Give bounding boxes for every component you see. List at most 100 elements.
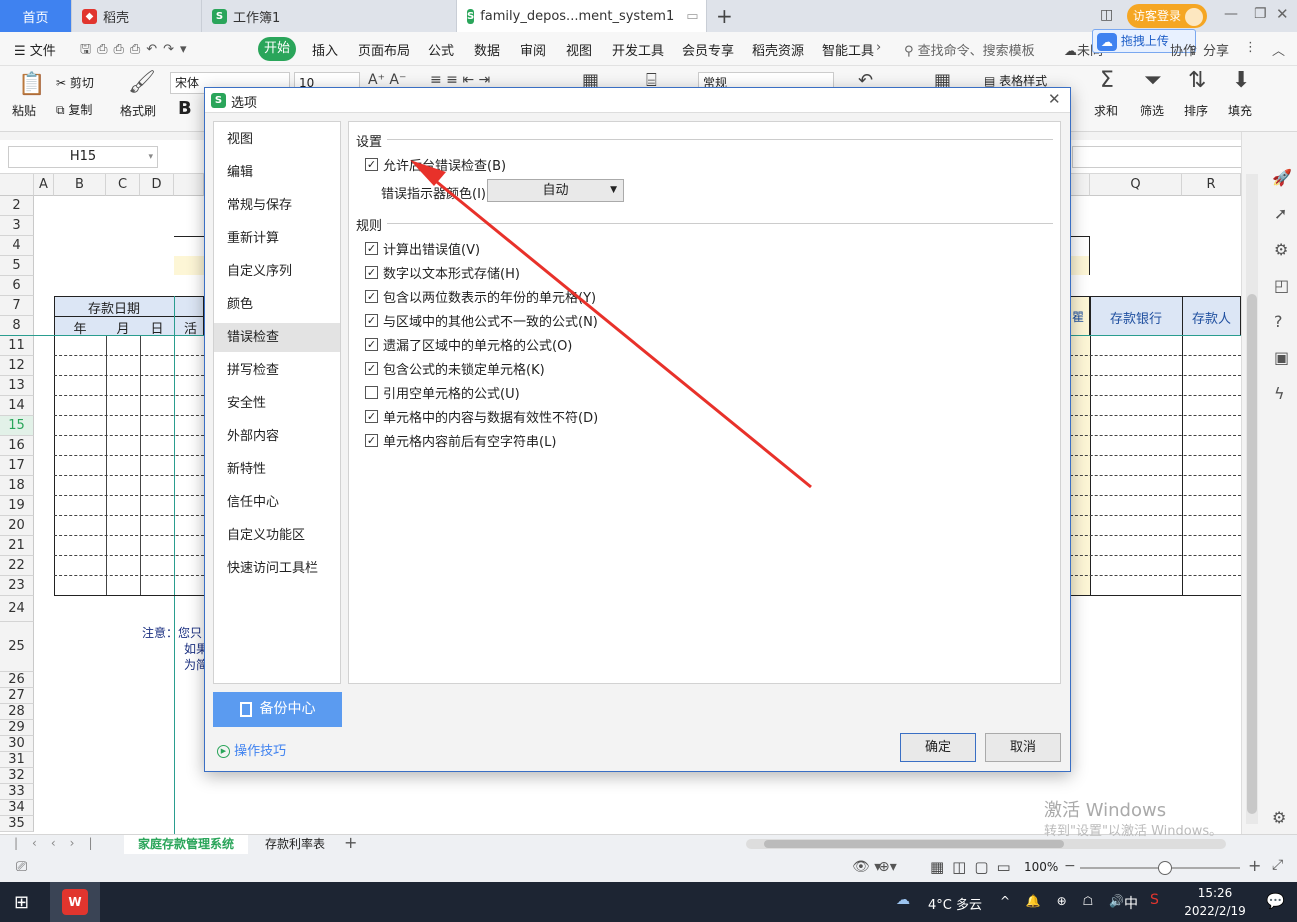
nav-item[interactable]: 颜色 [214,290,340,319]
allow-bg-check[interactable]: ✓ 允许后台错误检查(B) [365,155,506,174]
rule-checkbox-row[interactable]: ✓ 包含以两位数表示的年份的单元格(Y) [365,287,596,306]
rule-checkbox-row[interactable]: ✓ 与区域中的其他公式不一致的公式(N) [365,311,598,330]
tab-daoke[interactable]: ◆ 稻壳 [72,0,202,32]
row-header[interactable]: 16 [0,436,34,456]
rule-checkbox-row[interactable]: ✓ 单元格内容前后有空字符串(L) [365,431,556,450]
zoom-value[interactable]: 100% [1024,860,1058,874]
ok-button[interactable]: 确定 [900,733,976,762]
rule-checkbox-row[interactable]: 引用空单元格的公式(U) [365,383,520,402]
view-mode-icons[interactable]: ▦◫▢▭ [930,858,1019,876]
settings-icon[interactable]: ⚙ [1272,808,1286,827]
col-header-q[interactable]: Q [1090,174,1182,196]
collapse-ribbon-icon[interactable]: ︿ [1272,40,1285,59]
row-header[interactable]: 35 [0,816,34,832]
dialog-close-icon[interactable]: ✕ [1048,90,1061,108]
indicator-color-select[interactable]: 自动 ▼ [487,179,624,202]
row-header[interactable]: 12 [0,356,34,376]
checkbox[interactable]: ✓ [365,338,378,351]
tab-workbook1[interactable]: S 工作簿1 [202,0,457,32]
rule-checkbox-row[interactable]: ✓ 遗漏了区域中的单元格的公式(O) [365,335,572,354]
close-icon[interactable]: ✕ [1276,5,1289,23]
h-scroll-thumb[interactable] [764,840,1064,848]
font-grow-icon[interactable]: A⁺ A⁻ [368,72,406,88]
checkbox[interactable]: ✓ [365,266,378,279]
row-header[interactable]: 6 [0,276,34,296]
layout-icon[interactable]: ◫ [1100,7,1113,23]
sliders-icon[interactable]: ⚙ [1274,240,1288,259]
share-button[interactable]: ⇪ 分享 [1188,40,1229,59]
more-icon[interactable]: ⋮ [1244,40,1257,55]
col-header-b[interactable]: B [54,174,106,196]
row-header[interactable]: 17 [0,456,34,476]
row-header[interactable]: 24 [0,596,34,622]
nav-item[interactable]: 快速访问工具栏 [214,554,340,583]
vertical-scrollbar[interactable] [1246,174,1258,824]
wps-taskbar-icon[interactable]: W [50,882,100,922]
row-header[interactable]: 22 [0,556,34,576]
nav-item[interactable]: 拼写检查 [214,356,340,385]
checkbox[interactable]: ✓ [365,434,378,447]
zoom-out-icon[interactable]: − [1064,858,1076,874]
fill-button[interactable]: 填充 [1228,102,1252,119]
nav-item[interactable]: 常规与保存 [214,191,340,220]
nav-item[interactable]: 外部内容 [214,422,340,451]
align-icons[interactable]: ≡ ≡ ⇤ ⇥ [430,72,490,88]
row-header[interactable]: 13 [0,376,34,396]
row-header[interactable]: 8 [0,316,34,336]
row-header[interactable]: 18 [0,476,34,496]
checkbox[interactable]: ✓ [365,362,378,375]
help-icon[interactable]: ? [1274,312,1283,331]
tab-home[interactable]: 首页 [0,0,72,32]
rule-checkbox-row[interactable]: ✓ 计算出错误值(V) [365,239,480,258]
sheet-tab-family[interactable]: 家庭存款管理系统 [124,835,248,854]
tray-icons[interactable]: ^ 🔔 ⊕ ☖ 🔊 [1000,894,1130,908]
nav-item[interactable]: 安全性 [214,389,340,418]
paste-button[interactable]: 粘贴 [12,102,36,119]
weather-text[interactable]: 4°C 多云 [928,894,982,913]
add-sheet-icon[interactable]: + [344,833,357,852]
macro-icon[interactable]: ⎚ [16,859,27,875]
col-header-e[interactable] [174,174,204,196]
nav-item[interactable]: 视图 [214,125,340,154]
nav-item[interactable]: 编辑 [214,158,340,187]
nav-item[interactable]: 错误检查 [214,323,340,352]
row-header[interactable]: 28 [0,704,34,720]
copy-button[interactable]: ⧉ 复制 [56,101,92,118]
nav-item[interactable]: 新特性 [214,455,340,484]
paste-icon[interactable]: 📋 [18,72,45,97]
row-header[interactable]: 5 [0,256,34,276]
row-header[interactable]: 20 [0,516,34,536]
horizontal-scrollbar[interactable] [746,839,1226,849]
select-all-corner[interactable] [0,174,34,196]
menu-view[interactable]: 视图 [566,40,592,59]
lightning-icon[interactable]: ϟ [1274,384,1285,403]
row-header[interactable]: 3 [0,216,34,236]
zoom-thumb[interactable] [1158,861,1172,875]
menu-dev[interactable]: 开发工具 [612,40,664,59]
row-header[interactable]: 33 [0,784,34,800]
col-header-d[interactable]: D [140,174,174,196]
menu-review[interactable]: 审阅 [520,40,546,59]
row-header[interactable]: 30 [0,736,34,752]
col-header-r[interactable]: R [1182,174,1241,196]
rule-checkbox-row[interactable]: ✓ 数字以文本形式存储(H) [365,263,520,282]
menu-formula[interactable]: 公式 [428,40,454,59]
zoom-in-icon[interactable]: + [1248,856,1261,875]
row-header[interactable]: 4 [0,236,34,256]
row-header[interactable]: 29 [0,720,34,736]
tips-link[interactable]: ▶ 操作技巧 [217,740,286,759]
checkbox[interactable]: ✓ [365,410,378,423]
zoom-slider[interactable] [1080,861,1240,875]
nav-item[interactable]: 自定义序列 [214,257,340,286]
col-header-c[interactable]: C [106,174,140,196]
restore-icon[interactable]: ❐ [1254,6,1267,22]
col-header-p[interactable] [1070,174,1090,196]
menu-file[interactable]: ☰ 文件 [14,40,56,59]
menu-member[interactable]: 会员专享 [682,40,734,59]
visitor-login-button[interactable]: 访客登录 [1127,4,1207,28]
row-header[interactable]: 31 [0,752,34,768]
row-header[interactable]: 15 [0,416,34,436]
minimize-icon[interactable]: — [1224,6,1238,22]
checkbox[interactable] [365,386,378,399]
row-header[interactable]: 32 [0,768,34,784]
